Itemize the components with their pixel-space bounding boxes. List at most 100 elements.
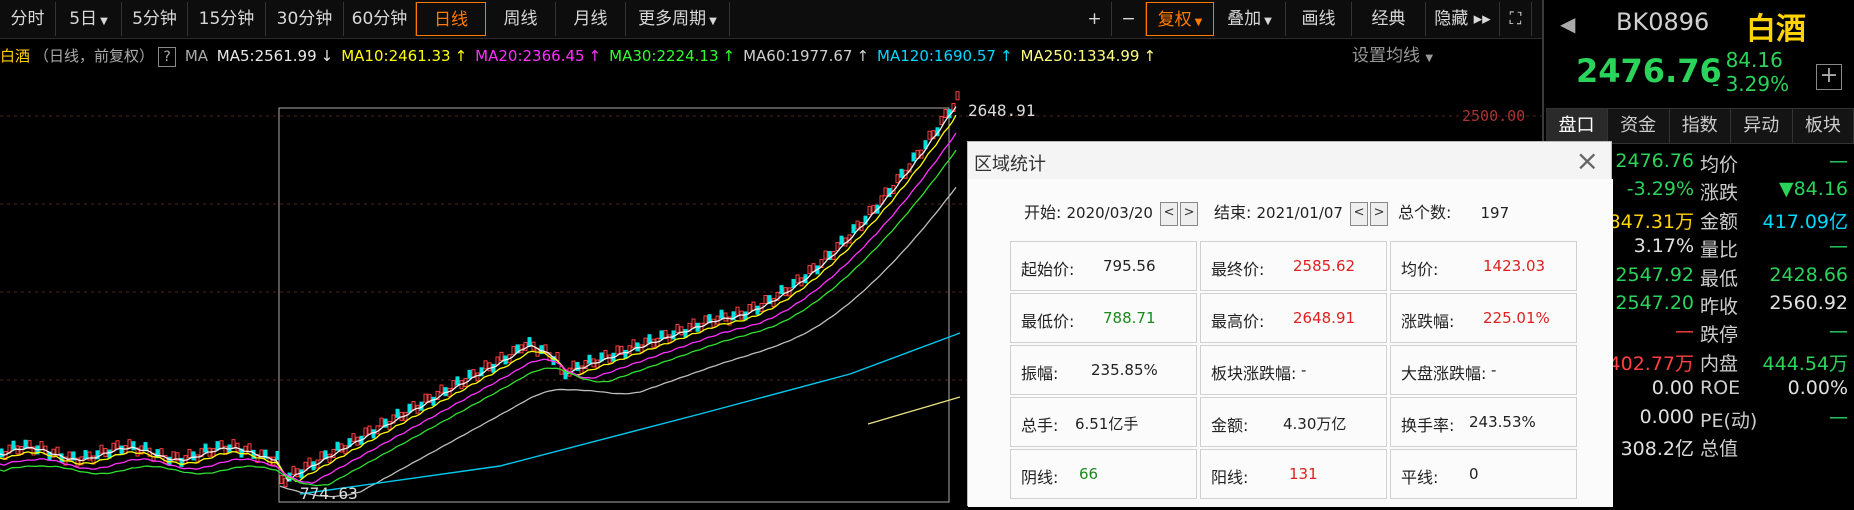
ma-value-text: MA20:2366.45: [475, 47, 585, 65]
stat-cell: 总手: 6.51亿手: [1010, 397, 1197, 447]
candle-bar: [415, 404, 420, 414]
toolbar-button-7[interactable]: ⛶: [1500, 2, 1532, 36]
quote-tab-3[interactable]: 异动: [1731, 109, 1793, 143]
candle-bar: [519, 344, 524, 354]
stat-label: 振幅:: [1021, 364, 1059, 383]
add-watchlist-button[interactable]: +: [1816, 64, 1842, 90]
region-stats-dialog: 区域统计 × 开始: 2020/03/20 < > 结束: 2021/01/07 …: [967, 141, 1613, 507]
period-tab-3[interactable]: 15分钟: [188, 2, 266, 36]
quote-tabs: 盘口 资金 指数 异动 板块: [1546, 108, 1854, 144]
candle-bar: [11, 440, 16, 450]
quote-row-label: 涨跌: [1700, 182, 1739, 205]
quote-row-value: —: [1829, 150, 1848, 172]
candle-bar: [247, 443, 252, 453]
candle-bar: [423, 393, 428, 403]
candle-bar: [187, 448, 192, 458]
candle-bar: [499, 351, 504, 361]
start-date: 2020/03/20: [1066, 204, 1153, 222]
stat-cell: 阳线: 131: [1200, 449, 1387, 499]
quote-tab-2[interactable]: 指数: [1669, 109, 1732, 143]
ma-value-1: MA10:2461.33 ↑: [341, 47, 471, 65]
period-tab-label: 5分钟: [132, 9, 177, 29]
period-tab-5[interactable]: 60分钟: [344, 2, 416, 36]
period-tab-1[interactable]: 5日 ▼: [56, 2, 122, 36]
ma-indicator-bar: 白酒 （日线，前复权）? MA MA5:2561.99 ↓ MA10:2461.33 ↑…: [0, 40, 1450, 72]
candle-bar: [467, 369, 472, 379]
quote-row-value: 402.77万: [1608, 352, 1694, 375]
end-label: 结束:: [1214, 203, 1252, 222]
period-tab-label: 日线: [434, 10, 468, 30]
stat-label: 阳线:: [1211, 468, 1249, 487]
price-change-pct: - 3.29%: [1712, 72, 1790, 96]
help-button[interactable]: ?: [158, 47, 177, 67]
stat-value: 235.85%: [1091, 361, 1158, 379]
toolbar-button-5[interactable]: 经典: [1352, 2, 1426, 36]
stat-value: 243.53%: [1469, 413, 1536, 431]
toolbar-button-4[interactable]: 画线: [1286, 2, 1352, 36]
period-tab-2[interactable]: 5分钟: [122, 2, 188, 36]
quote-tab-4[interactable]: 板块: [1792, 109, 1854, 143]
period-tab-9[interactable]: 更多周期 ▼: [626, 2, 730, 36]
ma-value-4: MA60:1977.67 ↑: [743, 47, 873, 65]
start-prev-button[interactable]: <: [1160, 201, 1179, 226]
stat-cell: 涨跌幅: 225.01%: [1390, 293, 1577, 343]
candle-bar: [899, 168, 904, 178]
stat-value: 131: [1289, 465, 1318, 483]
toolbar-button-1[interactable]: −: [1112, 2, 1146, 36]
quote-row-label: 均价: [1700, 154, 1739, 176]
candle-bar: [779, 285, 784, 295]
period-toolbar: 分时 5日 ▼ 5分钟 15分钟 30分钟 60分钟 日线 周线 月线 更多周期 ▼ + − 复权 ▼ 叠加 ▼ 画…: [0, 0, 1542, 39]
stat-value: 1423.03: [1483, 257, 1546, 275]
candle-bar: [87, 451, 92, 461]
candle-bar: [851, 224, 856, 234]
period-tab-7[interactable]: 周线: [486, 2, 556, 36]
stat-label: 最终价:: [1211, 260, 1265, 279]
candle-bar: [119, 445, 124, 455]
candle-bar: [203, 443, 208, 453]
stat-cell: 金额: 4.30万亿: [1200, 397, 1387, 447]
quote-row-value: 847.31万: [1608, 210, 1694, 233]
period-tab-label: 月线: [573, 9, 608, 29]
quote-tab-0[interactable]: 盘口: [1546, 109, 1608, 143]
candle-bar: [387, 421, 392, 431]
candle-bar: [395, 408, 400, 418]
toolbar-button-6[interactable]: 隐藏 ▸▸: [1426, 2, 1500, 36]
toolbar-button-2[interactable]: 复权 ▼: [1146, 2, 1214, 36]
candle-bar: [131, 441, 136, 451]
start-next-button[interactable]: >: [1180, 201, 1199, 226]
toolbar-button-0[interactable]: +: [1078, 2, 1112, 36]
prev-stock-icon[interactable]: ◀: [1560, 12, 1575, 36]
quote-row-label: 跌停: [1700, 324, 1739, 347]
candle-bar: [483, 360, 488, 370]
ma-value-2: MA20:2366.45 ↑: [475, 47, 605, 65]
period-tab-6[interactable]: 日线: [416, 2, 486, 36]
end-next-button[interactable]: >: [1370, 201, 1389, 226]
candle-bar: [883, 187, 888, 197]
period-tab-label: 周线: [503, 9, 538, 29]
quote-row-value: 444.54万: [1762, 352, 1848, 375]
stat-value: 2585.62: [1293, 257, 1356, 275]
period-tab-8[interactable]: 月线: [556, 2, 626, 36]
end-prev-button[interactable]: <: [1350, 201, 1369, 226]
ma-trend-arrow: ↑: [999, 47, 1013, 65]
chevron-down-icon: ▼: [1264, 16, 1272, 27]
region-selection-box[interactable]: [278, 107, 950, 503]
candle-bar: [351, 433, 356, 443]
candle-bar: [327, 453, 332, 463]
candle-bar: [939, 115, 944, 125]
quote-tab-1[interactable]: 资金: [1608, 109, 1670, 143]
candle-bar: [291, 465, 296, 475]
stat-label: 金额:: [1211, 416, 1249, 435]
stat-value: 788.71: [1103, 309, 1156, 327]
stat-label: 换手率:: [1401, 416, 1455, 435]
candle-bar: [719, 309, 724, 319]
ma-trend-arrow: ↑: [588, 47, 602, 65]
ma5-line: [0, 106, 957, 482]
period-tab-4[interactable]: 30分钟: [266, 2, 344, 36]
period-tab-0[interactable]: 分时: [0, 2, 56, 36]
stat-value: 4.30万亿: [1283, 415, 1347, 433]
set-ma-button[interactable]: 设置均线 ▼: [1352, 40, 1433, 75]
candle-bar: [491, 363, 496, 373]
toolbar-button-3[interactable]: 叠加 ▼: [1214, 2, 1286, 36]
close-icon[interactable]: ×: [1576, 144, 1599, 177]
